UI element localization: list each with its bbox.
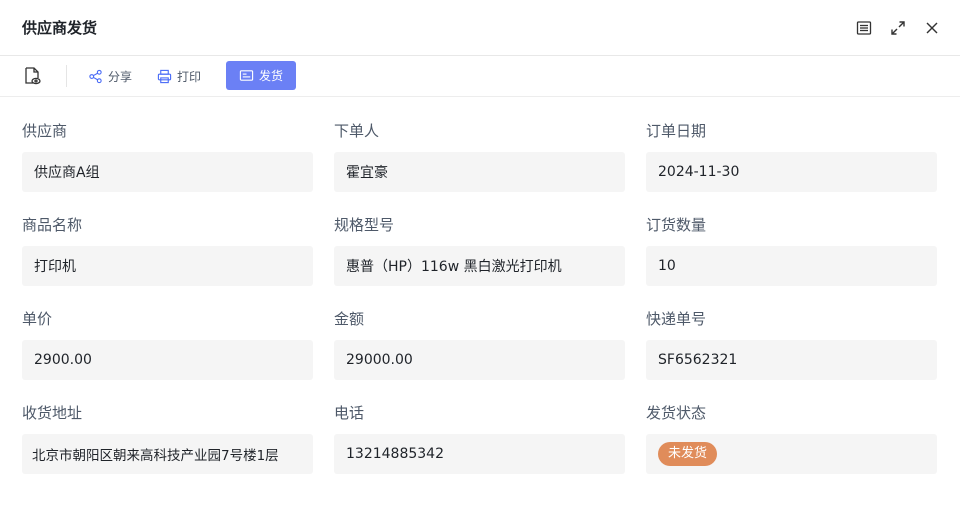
ship-button[interactable]: 发货 (226, 61, 296, 90)
form-row: 收货地址 北京市朝阳区朝来高科技产业园7号楼1层 电话 13214885342 … (22, 400, 937, 494)
spec-value: 惠普（HP）116w 黑白激光打印机 (334, 246, 625, 286)
orderer-label: 下单人 (334, 122, 380, 140)
quantity-label: 订货数量 (646, 216, 707, 234)
product-name-value: 打印机 (22, 246, 313, 286)
share-button[interactable]: 分享 (88, 64, 132, 88)
document-eye-icon[interactable] (22, 66, 42, 86)
unit-price-label: 单价 (22, 310, 53, 328)
dialog-title: 供应商发货 (22, 19, 98, 37)
status-label: 发货状态 (646, 404, 707, 422)
product-name-label: 商品名称 (22, 216, 83, 234)
window-controls (854, 18, 942, 38)
quantity-value: 10 (646, 246, 937, 286)
expand-icon[interactable] (888, 18, 908, 38)
print-button[interactable]: 打印 (157, 64, 201, 88)
shipment-form: 供应商 供应商A组 下单人 霍宜豪 订单日期 2024-11-30 商品名称 打… (22, 118, 937, 494)
amount-label: 金额 (334, 310, 365, 328)
print-label: 打印 (177, 69, 202, 84)
share-icon (89, 69, 102, 83)
tracking-field: 快递单号 SF6562321 (646, 306, 937, 380)
unit-price-field: 单价 2900.00 (22, 306, 313, 380)
address-value: 北京市朝阳区朝来高科技产业园7号楼1层 (22, 434, 313, 474)
phone-value: 13214885342 (334, 434, 625, 474)
amount-value: 29000.00 (334, 340, 625, 380)
status-value-box: 未发货 (646, 434, 937, 474)
spec-field: 规格型号 惠普（HP）116w 黑白激光打印机 (334, 212, 625, 286)
ship-label: 发货 (258, 69, 283, 83)
toolbar-divider (66, 65, 67, 87)
tracking-label: 快递单号 (646, 310, 707, 328)
form-row: 商品名称 打印机 规格型号 惠普（HP）116w 黑白激光打印机 订货数量 10 (22, 212, 937, 306)
unit-price-value: 2900.00 (22, 340, 313, 380)
product-name-field: 商品名称 打印机 (22, 212, 313, 286)
phone-field: 电话 13214885342 (334, 400, 625, 474)
status-badge: 未发货 (658, 442, 718, 466)
toolbar: 分享 打印 发货 (0, 56, 960, 97)
tracking-value: SF6562321 (646, 340, 937, 380)
phone-label: 电话 (334, 404, 365, 422)
list-icon[interactable] (854, 18, 874, 38)
form-row: 单价 2900.00 金额 29000.00 快递单号 SF6562321 (22, 306, 937, 400)
quantity-field: 订货数量 10 (646, 212, 937, 286)
orderer-field: 下单人 霍宜豪 (334, 118, 625, 192)
amount-field: 金额 29000.00 (334, 306, 625, 380)
supplier-value: 供应商A组 (22, 152, 313, 192)
form-row: 供应商 供应商A组 下单人 霍宜豪 订单日期 2024-11-30 (22, 118, 937, 212)
order-date-field: 订单日期 2024-11-30 (646, 118, 937, 192)
printer-icon (157, 69, 172, 83)
status-field: 发货状态 未发货 (646, 400, 937, 474)
order-date-label: 订单日期 (646, 122, 707, 140)
supplier-label: 供应商 (22, 122, 68, 140)
dialog-header: 供应商发货 (0, 0, 960, 56)
address-field: 收货地址 北京市朝阳区朝来高科技产业园7号楼1层 (22, 400, 313, 474)
supplier-field: 供应商 供应商A组 (22, 118, 313, 192)
card-icon (239, 70, 254, 81)
order-date-value: 2024-11-30 (646, 152, 937, 192)
address-label: 收货地址 (22, 404, 83, 422)
orderer-value: 霍宜豪 (334, 152, 625, 192)
close-icon[interactable] (922, 18, 942, 38)
share-label: 分享 (108, 69, 133, 84)
spec-label: 规格型号 (334, 216, 395, 234)
